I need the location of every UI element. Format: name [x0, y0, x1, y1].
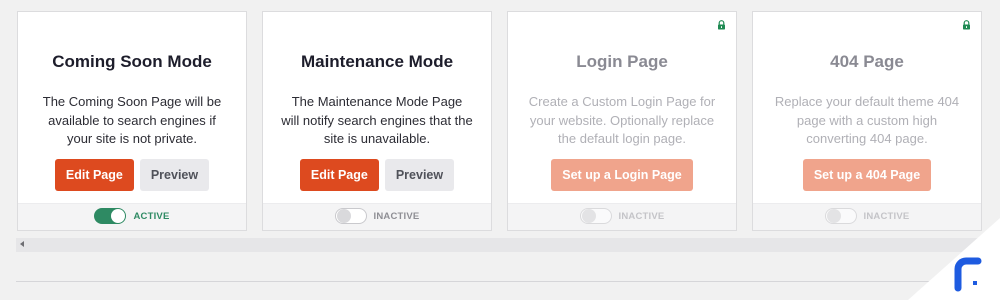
horizontal-scrollbar[interactable] [16, 238, 1000, 252]
card-description: The Coming Soon Page will be available t… [42, 94, 222, 146]
card-title: Maintenance Mode [300, 52, 454, 71]
maintenance-mode-card: Maintenance Mode The Maintenance Mode Pa… [262, 11, 492, 231]
card-title: Coming Soon Mode [52, 52, 212, 71]
edit-page-button[interactable]: Edit Page [299, 159, 379, 191]
card-footer: INACTIVE [263, 203, 491, 230]
status-toggle[interactable] [579, 208, 612, 224]
toggle-knob [581, 209, 596, 223]
card-body: Login Page Create a Custom Login Page fo… [508, 12, 736, 205]
status-label: INACTIVE [618, 210, 665, 222]
card-footer: INACTIVE [508, 203, 736, 230]
divider [16, 281, 1000, 282]
button-row: Set up a Login Page [508, 159, 736, 191]
card-body: Coming Soon Mode The Coming Soon Page wi… [18, 12, 246, 205]
status-toggle[interactable] [94, 208, 127, 224]
card-description: Create a Custom Login Page for your webs… [528, 94, 716, 146]
card-title: 404 Page [830, 52, 904, 71]
status-toggle[interactable] [334, 208, 367, 224]
status-label: ACTIVE [133, 210, 170, 222]
brand-logo-icon [908, 218, 1000, 300]
setup-404-page-button[interactable]: Set up a 404 Page [802, 159, 932, 191]
button-row: Edit Page Preview [18, 159, 246, 191]
preview-button[interactable]: Preview [384, 159, 455, 191]
toggle-knob [111, 209, 126, 223]
preview-button[interactable]: Preview [139, 159, 210, 191]
status-toggle[interactable] [824, 208, 857, 224]
toggle-knob [336, 209, 351, 223]
card-footer: ACTIVE [18, 203, 246, 230]
card-title: Login Page [576, 52, 668, 71]
coming-soon-card: Coming Soon Mode The Coming Soon Page wi… [17, 11, 247, 231]
left-arrow-icon[interactable] [20, 241, 24, 247]
card-description: Replace your default theme 404 page with… [774, 94, 960, 146]
status-label: INACTIVE [373, 210, 420, 222]
toggle-knob [826, 209, 841, 223]
card-body: 404 Page Replace your default theme 404 … [753, 12, 981, 205]
button-row: Edit Page Preview [263, 159, 491, 191]
setup-login-page-button[interactable]: Set up a Login Page [551, 159, 693, 191]
card-description: The Maintenance Mode Page will notify se… [281, 94, 473, 146]
404-page-card: 404 Page Replace your default theme 404 … [752, 11, 982, 231]
edit-page-button[interactable]: Edit Page [54, 159, 134, 191]
button-row: Set up a 404 Page [753, 159, 981, 191]
login-page-card: Login Page Create a Custom Login Page fo… [507, 11, 737, 231]
card-body: Maintenance Mode The Maintenance Mode Pa… [263, 12, 491, 205]
